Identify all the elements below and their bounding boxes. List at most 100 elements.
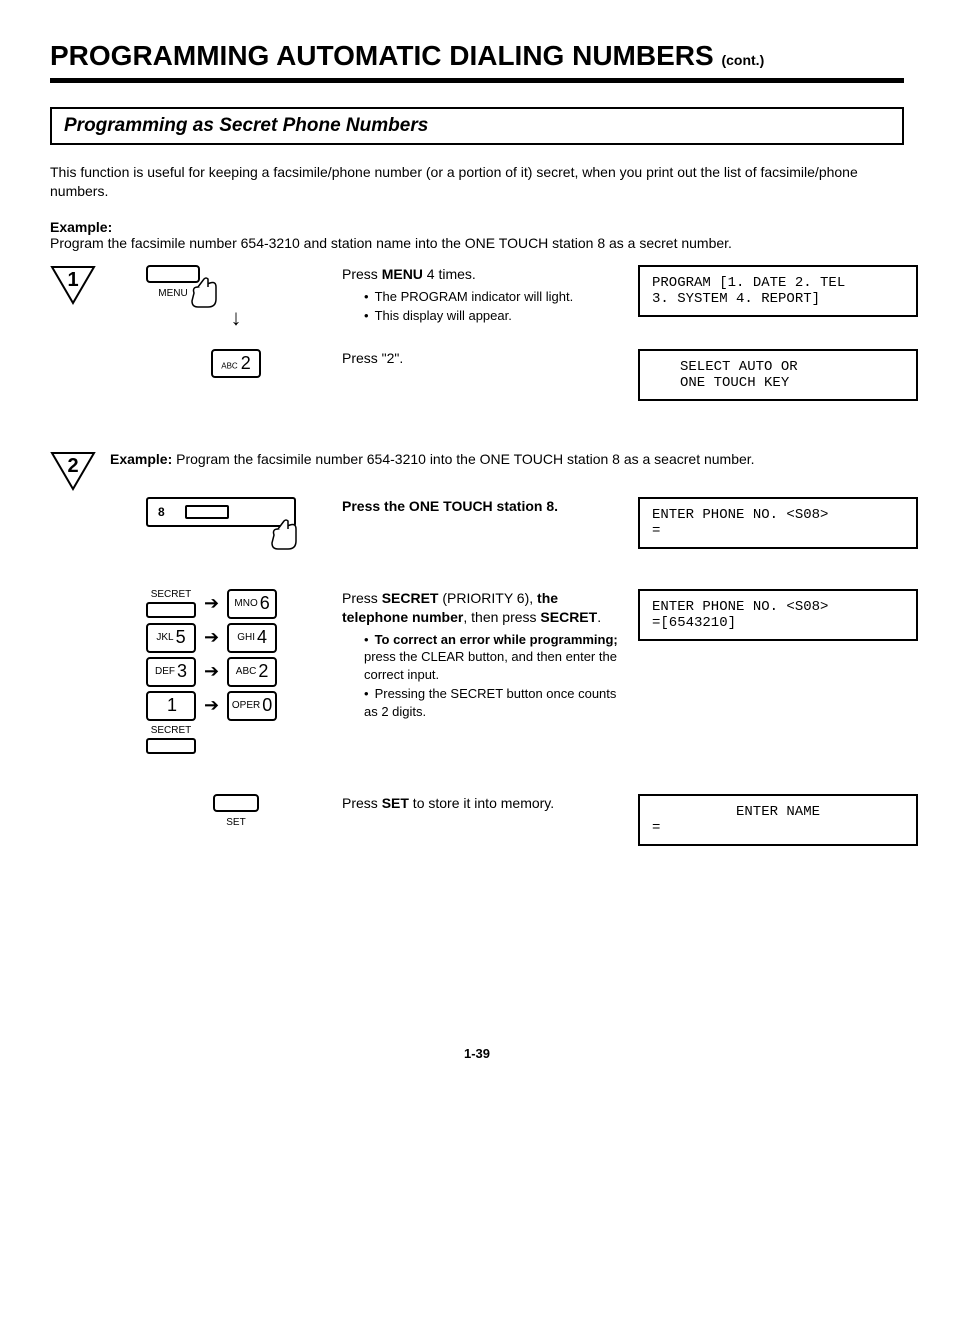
key-1-button[interactable]: 1 [146, 691, 196, 721]
secret-label-bottom: SECRET [146, 725, 196, 736]
lcd-display-5: ENTER NAME= [638, 794, 918, 846]
onetouch-num: 8 [158, 505, 165, 519]
set-label: SET [213, 817, 259, 828]
step-2b-bullets: To correct an error while programming; p… [364, 631, 622, 721]
key-3-button[interactable]: DEF3 [146, 657, 196, 687]
step-2-header: 2 Example: Program the facsimile number … [50, 451, 904, 491]
b: 6 [260, 593, 270, 614]
t: Press [342, 795, 382, 811]
s: OPER [232, 700, 260, 711]
example-body: Program the facsimile number 654-3210 an… [50, 235, 732, 251]
key-4-button[interactable]: GHI4 [227, 623, 277, 653]
b: 4 [257, 627, 267, 648]
step-2-number: 2 [50, 455, 96, 478]
example-label: Example: [50, 219, 112, 235]
bullet: The PROGRAM indicator will light. [364, 288, 622, 306]
t: Program the facsimile number 654-3210 in… [176, 451, 754, 467]
arrow-right-icon: ➔ [204, 627, 219, 648]
set-button[interactable] [213, 794, 259, 812]
page-number: 1-39 [50, 1046, 904, 1061]
key-2-button[interactable]: ABC2 [227, 657, 277, 687]
step-1b-row: ABC 2 Press "2". SELECT AUTO OR ONE TOUC… [50, 349, 904, 401]
step-2-row: 8 Press the ONE TOUCH station 8. ENTER P… [50, 497, 904, 549]
lcd-display-2: SELECT AUTO OR ONE TOUCH KEY [638, 349, 918, 401]
t: 4 times. [423, 266, 476, 282]
b: 0 [262, 695, 272, 716]
onetouch-8-button[interactable]: 8 [146, 497, 296, 527]
section-heading-box: Programming as Secret Phone Numbers [50, 107, 904, 145]
t: Example: [110, 451, 172, 467]
step-1-row: 1 MENU ↓ Press MENU 4 times. The PROGRAM… [50, 265, 904, 331]
t: press the CLEAR button, and then enter t… [364, 649, 617, 682]
step-1b-instruction: Press "2". [342, 349, 622, 368]
arrow-right-icon: ➔ [204, 661, 219, 682]
step-2b-instruction: Press SECRET (PRIORITY 6), the telephone… [342, 589, 622, 723]
page-title: PROGRAMMING AUTOMATIC DIALING NUMBERS (c… [50, 40, 904, 72]
t: MENU [382, 266, 423, 282]
bullet: To correct an error while programming; p… [364, 631, 622, 684]
step-2b-keypad: SECRET ➔ MNO6 JKL5 ➔ GHI4 DEF3 ➔ ABC2 1 … [146, 589, 326, 754]
lcd-display-4: ENTER PHONE NO. <S08> =[6543210] [638, 589, 918, 641]
b: 5 [176, 627, 186, 648]
step-2-example: Example: Program the facsimile number 65… [110, 451, 755, 467]
t: Press the ONE TOUCH station 8. [342, 498, 558, 514]
s: ABC [236, 666, 257, 677]
t: SECRET [540, 609, 597, 625]
lcd-l2: = [652, 820, 904, 836]
lcd-display-1: PROGRAM [1. DATE 2. TEL 3. SYSTEM 4. REP… [638, 265, 918, 317]
t: (PRIORITY 6), [438, 590, 537, 606]
bullet: This display will appear. [364, 307, 622, 325]
key-sub: ABC [221, 361, 237, 370]
arrow-right-icon: ➔ [204, 695, 219, 716]
t: to store it into memory. [409, 795, 554, 811]
s: GHI [237, 632, 255, 643]
lcd-l1: ENTER NAME [652, 804, 904, 820]
t: To correct an error while programming; [375, 632, 618, 647]
t: Press [342, 590, 382, 606]
bullet: Pressing the SECRET button once counts a… [364, 685, 622, 720]
t: . [597, 609, 601, 625]
step-1-number: 1 [50, 269, 96, 292]
step-1-marker: 1 [50, 265, 130, 305]
t: Press [342, 266, 382, 282]
b: 1 [167, 695, 177, 716]
step-1b-button-col: ABC 2 [146, 349, 326, 378]
title-cont: (cont.) [721, 52, 764, 68]
s: DEF [155, 666, 175, 677]
step-1-button-col: MENU ↓ [146, 265, 326, 331]
step-2b-row: SECRET ➔ MNO6 JKL5 ➔ GHI4 DEF3 ➔ ABC2 1 … [50, 589, 904, 754]
key-0-button[interactable]: OPER0 [227, 691, 277, 721]
section-title: Programming as Secret Phone Numbers [64, 115, 428, 136]
menu-button[interactable] [146, 265, 200, 283]
title-rule [50, 78, 904, 83]
s: MNO [234, 598, 257, 609]
secret-label-top: SECRET [146, 589, 196, 600]
secret-button-bottom[interactable] [146, 738, 196, 754]
t: SECRET [382, 590, 439, 606]
example-block: Example: Program the facsimile number 65… [50, 219, 904, 251]
step-2-button-col: 8 [146, 497, 326, 527]
step-2-instruction: Press the ONE TOUCH station 8. [342, 497, 622, 516]
lcd-display-3: ENTER PHONE NO. <S08> = [638, 497, 918, 549]
key-big: 2 [241, 353, 251, 373]
t: SET [382, 795, 409, 811]
s: JKL [156, 632, 173, 643]
title-main: PROGRAMMING AUTOMATIC DIALING NUMBERS [50, 40, 714, 71]
onetouch-slot [185, 505, 229, 519]
step-2c-instruction: Press SET to store it into memory. [342, 794, 622, 813]
menu-button-label: MENU [146, 288, 200, 299]
b: 2 [258, 661, 268, 682]
key-5-button[interactable]: JKL5 [146, 623, 196, 653]
key-6-button[interactable]: MNO6 [227, 589, 277, 619]
key-2-button[interactable]: ABC 2 [211, 349, 261, 378]
secret-button-top[interactable] [146, 602, 196, 618]
arrow-right-icon: ➔ [204, 593, 219, 614]
step-1-bullets: The PROGRAM indicator will light. This d… [364, 288, 622, 325]
step-2c-row: SET Press SET to store it into memory. E… [50, 794, 904, 846]
step-1-instruction: Press MENU 4 times. The PROGRAM indicato… [342, 265, 622, 327]
step-2c-button-col: SET [146, 794, 326, 828]
intro-text: This function is useful for keeping a fa… [50, 163, 904, 201]
arrow-down-icon: ↓ [146, 305, 326, 331]
b: 3 [177, 661, 187, 682]
t: , then press [463, 609, 540, 625]
